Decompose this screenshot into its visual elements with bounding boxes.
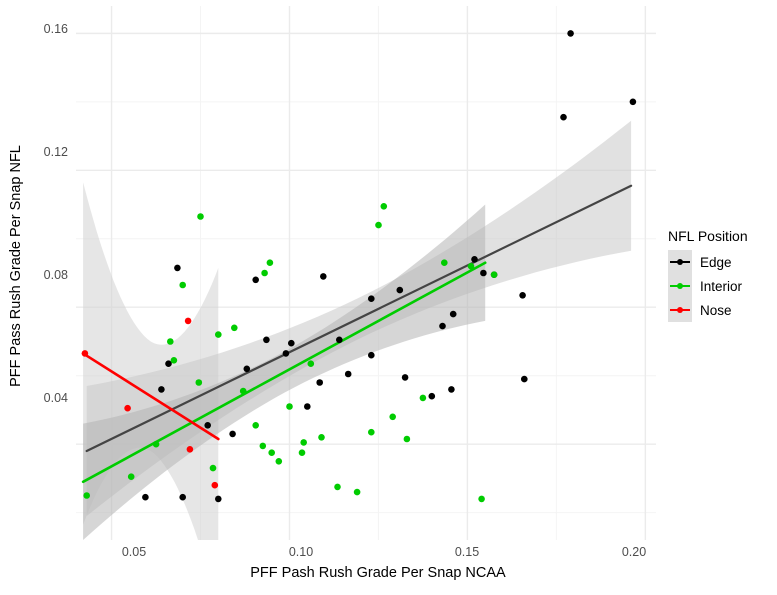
legend-key-edge-icon	[668, 250, 692, 274]
x-tick-label-1: 0.10	[288, 545, 314, 559]
y-axis-title: PFF Pass Rush Grade Per Snap NFL	[8, 145, 24, 387]
confidence-bands	[83, 120, 632, 540]
y-tick-label-3: 0.04	[43, 391, 68, 405]
y-tick-label-2: 0.08	[43, 268, 68, 282]
legend-key-interior-icon	[668, 274, 692, 298]
plot-svg	[76, 6, 656, 540]
x-tick-label-0: 0.05	[121, 545, 147, 559]
legend: NFL Position Edge Interior Nose	[668, 228, 774, 322]
legend-label-edge: Edge	[700, 254, 732, 270]
legend-item-interior[interactable]: Interior	[668, 274, 774, 298]
y-tick-label-1: 0.12	[43, 145, 68, 159]
legend-title: NFL Position	[668, 228, 748, 244]
chart-container: PFF Pass Rush Grade Per Snap NFL 0.16 0.…	[0, 0, 777, 595]
x-tick-label-2: 0.15	[454, 545, 480, 559]
legend-label-interior: Interior	[700, 278, 743, 294]
legend-item-edge[interactable]: Edge	[668, 250, 774, 274]
legend-label-nose: Nose	[700, 302, 732, 318]
plot-panel	[76, 6, 656, 540]
legend-item-nose[interactable]: Nose	[668, 298, 774, 322]
y-tick-label-0: 0.16	[43, 22, 68, 36]
x-axis-title: PFF Pash Rush Grade Per Snap NCAA	[250, 565, 506, 581]
legend-key-nose-icon	[668, 298, 692, 322]
x-tick-label-3: 0.20	[621, 545, 647, 559]
